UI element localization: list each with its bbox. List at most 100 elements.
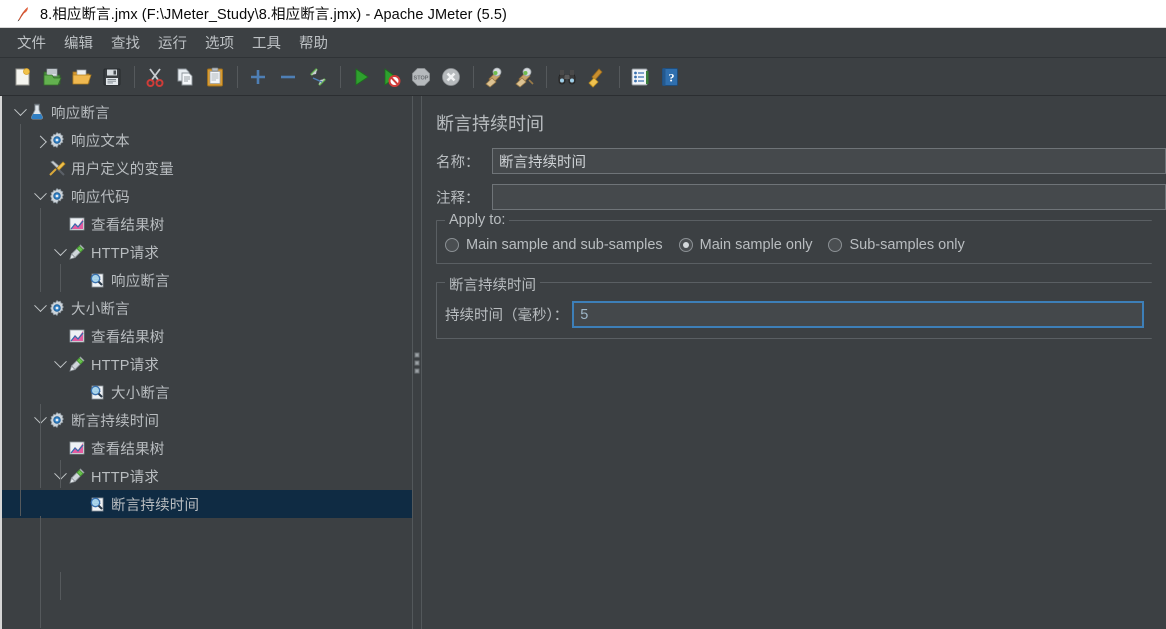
duration-group-title: 断言持续时间 (445, 274, 540, 295)
menu-search[interactable]: 查找 (102, 29, 149, 56)
apply-to-radio-row: Main sample and sub-samples Main sample … (445, 235, 1144, 253)
tree-guide-line (60, 572, 61, 600)
clear-all-broom-icon[interactable] (510, 63, 538, 91)
tree-node-label: 响应断言 (111, 273, 170, 290)
tree-node[interactable]: 断言持续时间 (2, 406, 412, 434)
toggle-enable-icon[interactable] (304, 63, 332, 91)
tree-node[interactable]: 响应文本 (2, 126, 412, 154)
duration-field-label: 持续时间（毫秒）： (445, 308, 569, 324)
view-results-tree-icon (68, 215, 86, 233)
tree-node-label: 大小断言 (111, 385, 170, 402)
chevron-down-icon[interactable] (52, 354, 68, 372)
tree-node-label: 查看结果树 (91, 329, 165, 346)
tree-guide-line (40, 516, 41, 628)
panel-splitter[interactable] (412, 96, 422, 629)
toolbar: STOP ? (0, 58, 1166, 96)
radio-circle-icon (678, 238, 693, 252)
menu-run[interactable]: 运行 (149, 29, 196, 56)
tree-node[interactable]: HTTP请求 (2, 350, 412, 378)
tree-container: 响应断言 响应文本 用户定义的变量 响应代码 查看结果树 HTTP请求 响应断言 大小断言 查看… (2, 98, 412, 518)
duration-row: 持续时间（毫秒）： (445, 297, 1144, 328)
tree-guide-line (40, 404, 41, 488)
thread-group-gear-icon (48, 411, 66, 429)
start-play-icon[interactable] (347, 63, 375, 91)
tree-node-label: 用户定义的变量 (71, 161, 174, 178)
view-results-tree-icon (68, 439, 86, 457)
splitter-grip-icon (414, 352, 420, 373)
tree-node[interactable]: HTTP请求 (2, 238, 412, 266)
help-icon[interactable]: ? (656, 63, 684, 91)
window-title: 8.相应断言.jmx (F:\JMeter_Study\8.相应断言.jmx) … (40, 7, 507, 23)
stop-icon[interactable]: STOP (407, 63, 435, 91)
chevron-down-icon[interactable] (52, 242, 68, 260)
tree-node[interactable]: HTTP请求 (2, 462, 412, 490)
name-input[interactable] (492, 148, 1166, 174)
clear-broom-icon[interactable] (480, 63, 508, 91)
menu-options[interactable]: 选项 (196, 29, 243, 56)
tree-node[interactable]: 大小断言 (2, 294, 412, 322)
tree-node[interactable]: 响应断言 (2, 98, 412, 126)
duration-input[interactable] (572, 301, 1144, 328)
collapse-minus-icon[interactable] (274, 63, 302, 91)
paste-clipboard-icon[interactable] (201, 63, 229, 91)
menu-file[interactable]: 文件 (8, 29, 55, 56)
cut-scissors-icon[interactable] (141, 63, 169, 91)
tree-node-label: 断言持续时间 (71, 413, 160, 430)
toolbar-separator (473, 65, 474, 88)
toolbar-separator (619, 65, 620, 88)
expand-plus-icon[interactable] (244, 63, 272, 91)
start-no-pauses-icon[interactable] (377, 63, 405, 91)
test-plan-tree[interactable]: 响应断言 响应文本 用户定义的变量 响应代码 查看结果树 HTTP请求 响应断言 大小断言 查看… (2, 96, 412, 629)
chevron-down-icon[interactable] (12, 102, 28, 120)
tree-node[interactable]: 查看结果树 (2, 322, 412, 350)
assertion-magnifier-icon (88, 495, 106, 513)
tree-node[interactable]: 查看结果树 (2, 210, 412, 238)
tree-node[interactable]: 响应断言 (2, 266, 412, 294)
tree-node-label: 响应断言 (51, 105, 110, 122)
shutdown-icon[interactable] (437, 63, 465, 91)
tree-node[interactable]: 用户定义的变量 (2, 154, 412, 182)
radio-sub-only[interactable]: Sub-samples only (828, 237, 965, 253)
reset-search-broom-icon[interactable] (583, 63, 611, 91)
tree-node-label: HTTP请求 (91, 469, 160, 486)
radio-main-and-sub[interactable]: Main sample and sub-samples (445, 237, 663, 253)
new-document-icon[interactable] (8, 63, 36, 91)
menu-help[interactable]: 帮助 (290, 29, 337, 56)
duration-group: 断言持续时间 持续时间（毫秒）： (436, 274, 1152, 339)
tree-node[interactable]: 断言持续时间 (2, 490, 412, 518)
svg-text:?: ? (669, 70, 675, 84)
chevron-down-icon[interactable] (32, 186, 48, 204)
thread-group-gear-icon (48, 131, 66, 149)
tree-node-label: 查看结果树 (91, 441, 165, 458)
search-binoculars-icon[interactable] (553, 63, 581, 91)
tree-node-label: 断言持续时间 (111, 497, 200, 514)
radio-label: Sub-samples only (849, 237, 965, 253)
toolbar-separator (237, 65, 238, 88)
tree-node[interactable]: 响应代码 (2, 182, 412, 210)
menu-edit[interactable]: 编辑 (55, 29, 102, 56)
templates-icon[interactable] (38, 63, 66, 91)
radio-circle-icon (445, 238, 459, 252)
main-body: 响应断言 响应文本 用户定义的变量 响应代码 查看结果树 HTTP请求 响应断言 大小断言 查看… (0, 96, 1166, 629)
tree-node-label: 响应代码 (71, 189, 130, 206)
tree-node[interactable]: 查看结果树 (2, 434, 412, 462)
jmeter-window: 8.相应断言.jmx (F:\JMeter_Study\8.相应断言.jmx) … (0, 0, 1166, 629)
save-floppy-icon[interactable] (98, 63, 126, 91)
test-plan-flask-icon (28, 103, 46, 121)
tree-node-label: 查看结果树 (91, 217, 165, 234)
radio-main-only[interactable]: Main sample only (678, 237, 812, 253)
tree-node[interactable]: 大小断言 (2, 378, 412, 406)
menu-tools[interactable]: 工具 (243, 29, 290, 56)
copy-icon[interactable] (171, 63, 199, 91)
tree-node-label: HTTP请求 (91, 357, 160, 374)
menubar: 文件 编辑 查找 运行 选项 工具 帮助 (0, 28, 1166, 58)
comment-input[interactable] (492, 184, 1166, 210)
tree-guide-line (60, 264, 61, 292)
tree-node-label: 响应文本 (71, 133, 130, 150)
function-helper-icon[interactable] (626, 63, 654, 91)
chevron-down-icon[interactable] (32, 298, 48, 316)
view-results-tree-icon (68, 327, 86, 345)
open-folder-icon[interactable] (68, 63, 96, 91)
http-sampler-icon (68, 467, 86, 485)
chevron-right-icon[interactable] (32, 132, 48, 148)
